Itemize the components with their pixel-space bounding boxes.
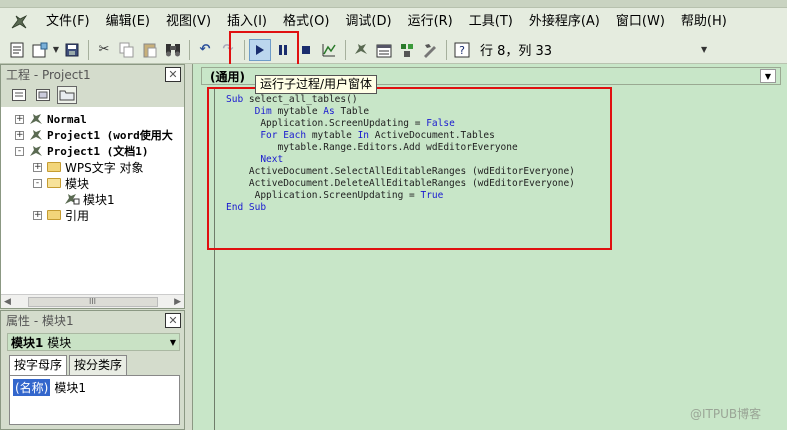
- expand-icon[interactable]: +: [33, 162, 42, 172]
- title-bar: [0, 0, 787, 8]
- svg-text:?: ?: [459, 44, 465, 57]
- tab-categorized[interactable]: 按分类序: [69, 355, 128, 375]
- object-browser-icon[interactable]: [396, 39, 418, 61]
- folder-icon: [46, 162, 62, 172]
- view-code-icon[interactable]: [9, 86, 29, 104]
- properties-title: 属性 - 模块1: [6, 313, 74, 328]
- properties-grid: (名称) 模块1: [9, 375, 180, 425]
- menu-tools[interactable]: 工具(T): [461, 11, 521, 33]
- tree-item-label: 模块1: [83, 192, 115, 207]
- project-icon: [28, 113, 44, 125]
- menu-debug[interactable]: 调试(D): [337, 11, 399, 33]
- toolbar-separator: [88, 39, 89, 60]
- find-icon[interactable]: [162, 39, 184, 61]
- vbe-app-icon[interactable]: [8, 12, 30, 32]
- properties-window-icon[interactable]: [373, 39, 395, 61]
- expand-icon[interactable]: +: [15, 114, 24, 124]
- tree-item-modules[interactable]: - 模块: [1, 175, 184, 191]
- help-icon[interactable]: ?: [451, 39, 473, 61]
- toolbar-separator: [446, 39, 447, 60]
- view-object-icon[interactable]: [33, 86, 53, 104]
- menu-file[interactable]: 文件(F): [38, 11, 98, 33]
- tree-item-normal[interactable]: + Normal: [1, 111, 184, 127]
- close-icon[interactable]: ✕: [165, 66, 181, 82]
- object-type: 模块: [47, 335, 72, 350]
- properties-window: 属性 - 模块1 ✕ 模块1 模块 ▼ 按字母序 按分类序 (名称) 模块1: [0, 310, 185, 430]
- menu-addins[interactable]: 外接程序(A): [521, 11, 608, 33]
- tab-alphabetic[interactable]: 按字母序: [9, 355, 68, 375]
- tree-item-wps-objects[interactable]: + WPS文字 对象: [1, 159, 184, 175]
- property-value[interactable]: 模块1: [54, 379, 86, 396]
- insert-module-icon[interactable]: [29, 39, 51, 61]
- tree-item-label: 引用: [65, 208, 90, 223]
- run-controls-highlight: [229, 31, 299, 67]
- tree-item-project1-word[interactable]: + Project1 (word使用大: [1, 127, 184, 143]
- property-row[interactable]: (名称) 模块1: [13, 378, 176, 396]
- folder-icon: [46, 210, 62, 220]
- project-explorer: 工程 - Project1 ✕ + Normal + Project1 (wor…: [0, 64, 185, 309]
- folder-open-icon: [46, 178, 62, 188]
- standard-toolbar: ▼ ✂ ↶ ↷ ? 行 8，列 33 ▼: [0, 36, 787, 64]
- toolbar-options-icon[interactable]: ▼: [700, 39, 708, 61]
- scroll-thumb[interactable]: III: [27, 296, 158, 307]
- run-tooltip: 运行子过程/用户窗体: [255, 75, 378, 94]
- scroll-left-icon[interactable]: ◀: [4, 297, 11, 307]
- project-explorer-titlebar: 工程 - Project1 ✕: [1, 65, 184, 83]
- menu-window[interactable]: 窗口(W): [608, 11, 673, 33]
- paste-icon[interactable]: [139, 39, 161, 61]
- code-highlight-box: [207, 87, 612, 250]
- menu-help[interactable]: 帮助(H): [673, 11, 735, 33]
- object-name: 模块1: [11, 335, 44, 350]
- scroll-right-icon[interactable]: ▶: [174, 297, 181, 307]
- module-icon: [64, 193, 80, 205]
- properties-tabs: 按字母序 按分类序: [9, 355, 184, 375]
- cut-icon[interactable]: ✂: [93, 39, 115, 61]
- object-selector[interactable]: 模块1 模块 ▼: [7, 333, 180, 351]
- tree-item-references[interactable]: + 引用: [1, 207, 184, 223]
- toolbar-separator: [345, 39, 346, 60]
- tree-item-project1-doc1[interactable]: - Project1 (文档1): [1, 143, 184, 159]
- menu-view[interactable]: 视图(V): [158, 11, 219, 33]
- tree-item-label: 模块: [65, 176, 90, 191]
- expand-icon[interactable]: +: [15, 130, 24, 140]
- design-mode-icon[interactable]: [318, 39, 340, 61]
- menu-bar: 文件(F) 编辑(E) 视图(V) 插入(I) 格式(O) 调试(D) 运行(R…: [0, 8, 787, 36]
- menu-insert[interactable]: 插入(I): [219, 11, 275, 33]
- menu-edit[interactable]: 编辑(E): [98, 11, 158, 33]
- chevron-down-icon[interactable]: ▼: [170, 338, 176, 347]
- property-name: (名称): [13, 378, 51, 396]
- toolbar-separator: [189, 39, 190, 60]
- chevron-down-icon[interactable]: ▼: [760, 69, 776, 83]
- menu-format[interactable]: 格式(O): [275, 11, 337, 33]
- save-icon[interactable]: [61, 39, 83, 61]
- cursor-position: 行 8，列 33: [480, 44, 553, 59]
- project-icon: [28, 129, 44, 141]
- tree-item-module1[interactable]: 模块1: [1, 191, 184, 207]
- horizontal-scrollbar[interactable]: ◀ III ▶: [1, 294, 184, 308]
- insert-dropdown-icon[interactable]: ▼: [52, 39, 60, 61]
- close-icon[interactable]: ✕: [165, 312, 181, 328]
- project-explorer-title: 工程 - Project1: [6, 67, 91, 82]
- tree-item-label: Project1 (word使用大: [47, 129, 173, 142]
- toolbox-icon[interactable]: [419, 39, 441, 61]
- view-word-icon[interactable]: [6, 39, 28, 61]
- copy-icon[interactable]: [116, 39, 138, 61]
- undo-icon[interactable]: ↶: [194, 39, 216, 61]
- collapse-icon[interactable]: -: [33, 178, 42, 188]
- project-toolbar: [1, 83, 184, 107]
- tree-item-label: Project1 (文档1): [47, 145, 149, 158]
- menu-run[interactable]: 运行(R): [400, 11, 461, 33]
- object-combo-value: (通用): [210, 69, 245, 84]
- collapse-icon[interactable]: -: [15, 146, 24, 156]
- project-icon: [28, 145, 44, 157]
- project-explorer-icon[interactable]: [350, 39, 372, 61]
- watermark: @ITPUB博客: [690, 407, 762, 421]
- properties-titlebar: 属性 - 模块1 ✕: [1, 311, 184, 329]
- project-tree: + Normal + Project1 (word使用大 - Project1 …: [1, 107, 184, 285]
- toggle-folders-icon[interactable]: [57, 86, 77, 104]
- tree-item-label: WPS文字 对象: [65, 160, 144, 175]
- tree-item-label: Normal: [47, 112, 87, 126]
- expand-icon[interactable]: +: [33, 210, 42, 220]
